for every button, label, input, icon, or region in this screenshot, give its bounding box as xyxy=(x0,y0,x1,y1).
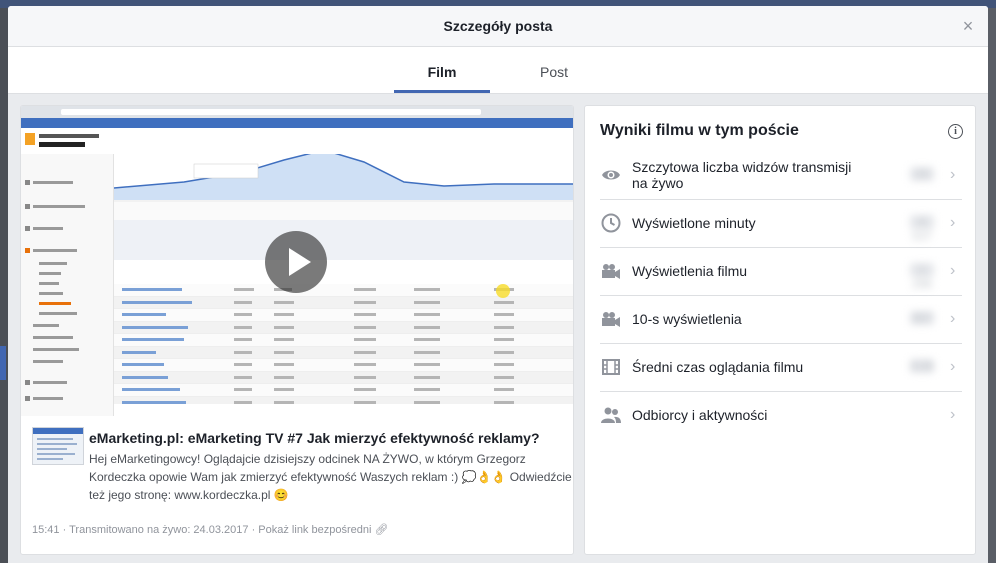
direct-link[interactable]: Pokaż link bezpośredni xyxy=(258,524,371,536)
stat-row-minutes-viewed[interactable]: Wyświetlone minuty 4 537 › xyxy=(600,199,962,248)
tab-film[interactable]: Film xyxy=(394,47,490,93)
info-icon[interactable]: i xyxy=(948,124,963,139)
video-duration: 15:41 xyxy=(32,524,60,536)
chevron-right-icon: › xyxy=(950,406,956,423)
clock-icon xyxy=(600,212,622,234)
thumbnail-table xyxy=(114,284,573,409)
film-icon xyxy=(600,356,622,378)
play-button[interactable] xyxy=(265,231,327,293)
stat-row-video-views[interactable]: Wyświetlenia filmu 1 296 › xyxy=(600,247,962,296)
background-page-edge xyxy=(0,346,6,380)
stat-label: Średni czas oglądania filmu xyxy=(632,359,804,375)
thumbnail-chart xyxy=(113,149,573,200)
thumbnail-toolbar xyxy=(114,202,573,221)
tabs-bar: Film Post xyxy=(8,47,988,94)
stat-value: 4 537 xyxy=(910,215,934,243)
thumbnail-header xyxy=(21,128,573,155)
stat-value: 23 xyxy=(910,167,934,181)
thumbnail-banner xyxy=(21,118,573,128)
chevron-right-icon: › xyxy=(950,358,956,375)
modal-header: Szczegóły posta × xyxy=(8,6,988,47)
chevron-right-icon: › xyxy=(950,214,956,231)
stat-value: 3:28 xyxy=(910,359,934,373)
people-icon xyxy=(600,404,622,426)
stat-value: 1 296 xyxy=(910,263,934,291)
stat-label: Wyświetlenia filmu xyxy=(632,263,748,279)
thumbnail-table-header xyxy=(114,220,573,261)
stat-label: Szczytowa liczba widzów transmisji na ży… xyxy=(632,159,852,191)
modal-title: Szczegóły posta xyxy=(443,18,553,34)
chevron-right-icon: › xyxy=(950,310,956,327)
thumbnail-sidebar xyxy=(21,154,114,416)
post-thumbnail[interactable] xyxy=(32,427,84,465)
video-camera-icon xyxy=(600,260,622,282)
video-card: eMarketing.pl: eMarketing TV #7 Jak mier… xyxy=(20,105,574,555)
cursor-highlight xyxy=(496,284,510,298)
meta-separator: · xyxy=(62,524,67,536)
close-icon[interactable]: × xyxy=(958,16,978,36)
stat-label: 10-s wyświetlenia xyxy=(632,311,742,327)
stat-row-avg-watch-time[interactable]: Średni czas oglądania filmu 3:28 › xyxy=(600,343,962,392)
stat-row-audience-activity[interactable]: Odbiorcy i aktywności › xyxy=(600,391,962,439)
meta-separator: · xyxy=(251,524,256,536)
post-title[interactable]: eMarketing.pl: eMarketing TV #7 Jak mier… xyxy=(89,429,567,447)
stat-row-peak-live-viewers[interactable]: Szczytowa liczba widzów transmisji na ży… xyxy=(600,151,962,200)
stat-row-10s-views[interactable]: 10-s wyświetlenia 357 › xyxy=(600,295,962,344)
chevron-right-icon: › xyxy=(950,262,956,279)
link-icon[interactable]: 🔗︎ xyxy=(374,524,388,536)
stat-label: Odbiorcy i aktywności xyxy=(632,407,768,423)
stat-value: 357 xyxy=(910,311,934,325)
post-meta: 15:41 · Transmitowano na żywo: 24.03.201… xyxy=(32,523,562,537)
eye-icon xyxy=(600,164,622,186)
video-results-card: Wyniki filmu w tym poście i Szczytowa li… xyxy=(584,105,976,555)
stats-title: Wyniki filmu w tym poście xyxy=(600,122,799,139)
broadcast-date: Transmitowano na żywo: 24.03.2017 xyxy=(69,524,249,536)
background-page-right xyxy=(988,8,996,563)
thumbnail-pagination xyxy=(114,404,573,416)
post-description: Hej eMarketingowcy! Oglądajcie dzisiejsz… xyxy=(89,452,572,502)
video-thumbnail[interactable] xyxy=(21,106,573,416)
thumbnail-table-totals xyxy=(114,260,573,285)
post-details-modal: Szczegóły posta × Film Post eMarketing.p… xyxy=(8,6,988,563)
chevron-right-icon: › xyxy=(950,166,956,183)
thumbnail-browser-bar xyxy=(21,106,573,118)
video-camera-icon xyxy=(600,308,622,330)
stat-label: Wyświetlone minuty xyxy=(632,215,756,231)
tab-post[interactable]: Post xyxy=(508,47,600,93)
thumbnail-logo xyxy=(25,133,35,145)
